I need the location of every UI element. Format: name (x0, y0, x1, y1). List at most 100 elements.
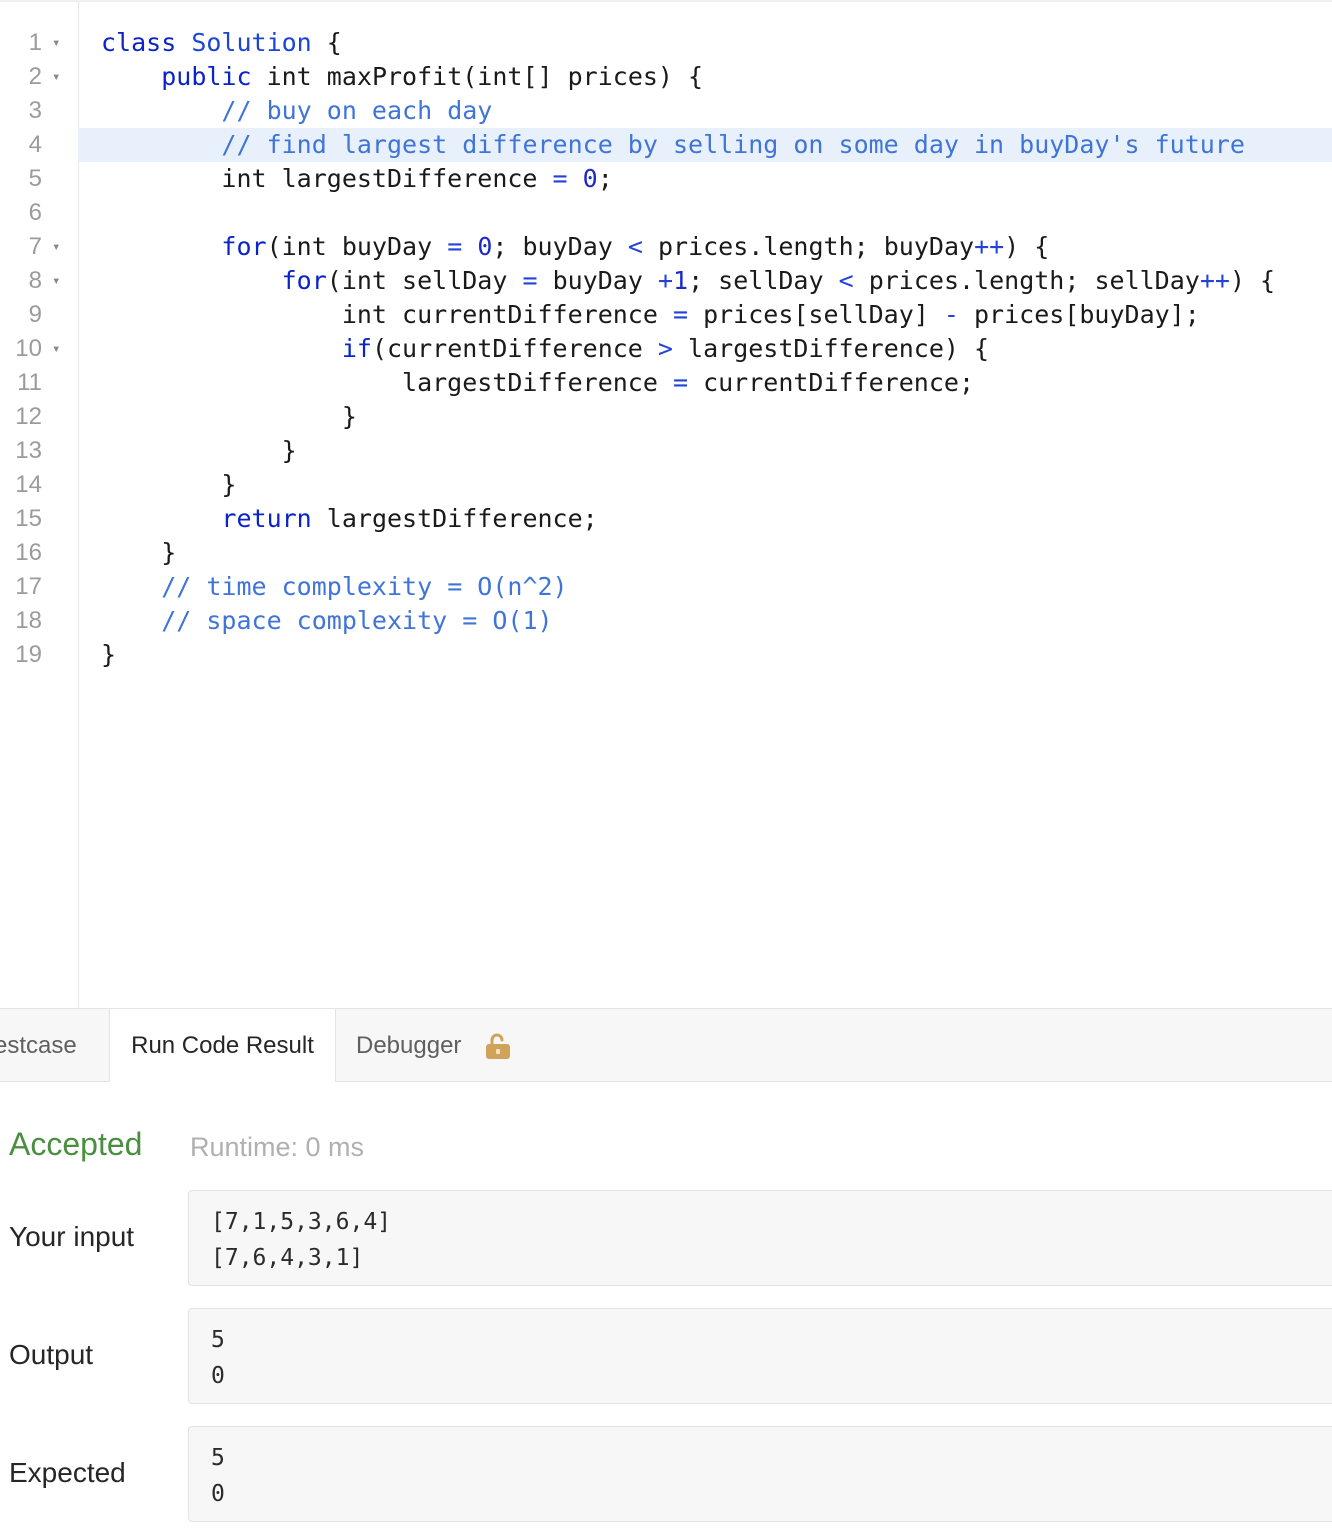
line-number-area: 5 (0, 162, 78, 196)
line-number-area: 1 ▾ (0, 26, 78, 60)
code-token: // find largest difference by selling on… (221, 130, 1245, 159)
code-line[interactable]: 12 } (0, 400, 1332, 434)
code-text: for(int buyDay = 0; buyDay < prices.leng… (101, 230, 1049, 264)
code-line[interactable]: 6 (0, 196, 1332, 230)
code-text: } (101, 468, 236, 502)
line-number: 5 (28, 165, 42, 192)
tab-testcase[interactable]: estcase (0, 1009, 110, 1082)
line-number: 1 (28, 29, 42, 56)
code-text: return largestDifference; (101, 502, 598, 536)
code-editor[interactable]: 1 ▾ class Solution {2 ▾ public int maxProfi… (0, 0, 1332, 1008)
code-line[interactable]: 17 // time complexity = O(n^2) (0, 570, 1332, 604)
code-token: } (101, 538, 177, 567)
code-line[interactable]: 10 ▾ if(currentDifference > largestDiffer… (0, 332, 1332, 366)
code-token: = (672, 368, 689, 397)
code-text: // space complexity = O(1) (101, 604, 553, 638)
code-text: int largestDifference = 0; (101, 162, 612, 196)
unlock-icon[interactable] (484, 1032, 512, 1060)
line-number: 3 (28, 97, 42, 124)
tab-testcase-label: estcase (0, 1032, 77, 1059)
line-number: 10 (15, 335, 42, 362)
code-line[interactable]: 15 return largestDifference; (0, 502, 1332, 536)
fold-arrow-icon[interactable]: ▾ (52, 230, 60, 264)
code-line[interactable]: 14 } (0, 468, 1332, 502)
code-token: // space complexity = O(1) (161, 606, 553, 635)
code-token: } (101, 640, 117, 669)
code-line[interactable]: 19} (0, 638, 1332, 672)
line-number-area: 4 (0, 128, 78, 162)
code-text: } (101, 400, 357, 434)
fold-arrow-icon[interactable]: ▾ (52, 332, 60, 366)
code-line[interactable]: 9 int currentDifference = prices[sellDay… (0, 298, 1332, 332)
your-input-label: Your input (9, 1221, 135, 1252)
line-number-area: 2 ▾ (0, 60, 78, 94)
code-token: > (657, 334, 673, 363)
code-line[interactable]: 2 ▾ public int maxProfit(int[] prices) { (0, 60, 1332, 94)
expected-box: 5 0 (188, 1426, 1332, 1522)
code-line[interactable]: 4 // find largest difference by selling … (0, 128, 1332, 162)
code-text: // time complexity = O(n^2) (101, 570, 567, 604)
code-text: } (101, 536, 176, 570)
code-token: + (657, 266, 673, 295)
fold-arrow-icon[interactable]: ▾ (52, 60, 60, 94)
line-number-area: 10 ▾ (0, 332, 78, 366)
code-token: return (221, 504, 312, 533)
line-number-area: 16 (0, 536, 78, 570)
line-number-area: 14 (0, 468, 78, 502)
code-token: largestDifference (101, 368, 673, 397)
expected-label: Expected (9, 1457, 126, 1488)
code-token: ) { (1004, 232, 1050, 261)
code-token: = (552, 164, 568, 193)
tab-run-code-result[interactable]: Run Code Result (110, 1009, 336, 1083)
output-line: 0 (211, 1363, 225, 1389)
your-input-box: [7,1,5,3,6,4] [7,6,4,3,1] (188, 1190, 1332, 1286)
line-number-area: 3 (0, 94, 78, 128)
code-line[interactable]: 3 // buy on each day (0, 94, 1332, 128)
line-number: 18 (15, 607, 42, 634)
expected-line: 5 (211, 1445, 225, 1471)
line-number: 12 (15, 403, 42, 430)
code-token: for (221, 232, 267, 261)
code-line[interactable]: 11 largestDifference = currentDifference… (0, 366, 1332, 400)
fold-arrow-icon[interactable]: ▾ (52, 264, 60, 298)
code-text: // find largest difference by selling on… (101, 128, 1245, 162)
code-token: for (281, 266, 327, 295)
code-token: // buy on each day (221, 96, 493, 125)
code-line[interactable]: 8 ▾ for(int sellDay = buyDay +1; sellDay … (0, 264, 1332, 298)
code-token: class (101, 28, 177, 57)
code-token: = (672, 300, 689, 329)
line-number: 9 (28, 301, 42, 328)
line-number-area: 11 (0, 366, 78, 400)
code-line[interactable]: 18 // space complexity = O(1) (0, 604, 1332, 638)
output-label: Output (9, 1339, 94, 1370)
code-line[interactable]: 16 } (0, 536, 1332, 570)
console-tabs: estcase Run Code Result Debugger (0, 1008, 1332, 1083)
code-token: largestDifference; (311, 504, 598, 533)
code-text: } (101, 638, 116, 672)
code-line[interactable]: 5 int largestDifference = 0; (0, 162, 1332, 196)
code-token: } (101, 470, 237, 499)
line-number-area: 13 (0, 434, 78, 468)
code-line[interactable]: 7 ▾ for(int buyDay = 0; buyDay < prices.l… (0, 230, 1332, 264)
code-token: Solution (191, 28, 312, 57)
fold-arrow-icon[interactable]: ▾ (52, 26, 60, 60)
code-line[interactable]: 13 } (0, 434, 1332, 468)
line-number-area: 18 (0, 604, 78, 638)
line-number-area: 15 (0, 502, 78, 536)
code-line[interactable]: 1 ▾ class Solution { (0, 26, 1332, 60)
code-text: // buy on each day (101, 94, 492, 128)
code-token: { (311, 28, 342, 57)
code-token: ) { (1229, 266, 1276, 295)
line-number: 17 (15, 573, 42, 600)
code-text: } (101, 434, 297, 468)
code-token: public (161, 62, 252, 91)
line-number: 7 (28, 233, 42, 260)
code-token: (int buyDay (266, 232, 448, 261)
